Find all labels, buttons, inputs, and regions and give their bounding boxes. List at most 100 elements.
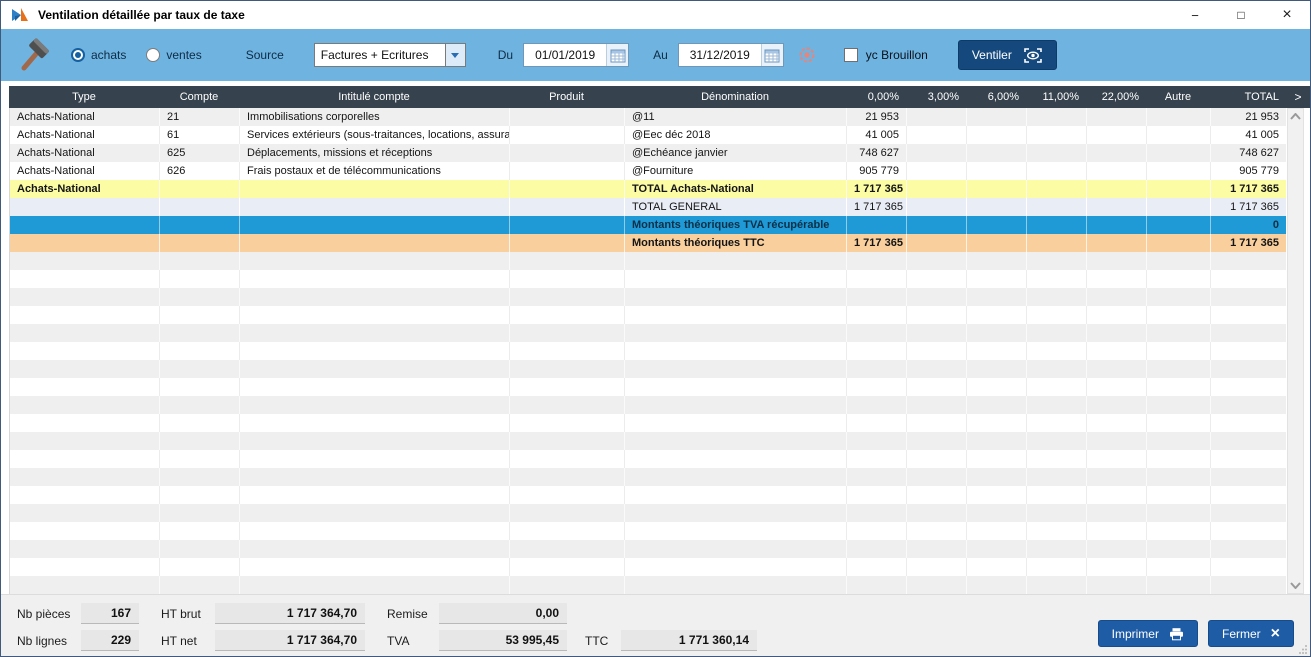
col-header-autre[interactable]: Autre bbox=[1146, 86, 1210, 108]
radio-ventes[interactable]: ventes bbox=[146, 48, 202, 62]
table-cell bbox=[1087, 234, 1147, 252]
date-du-field[interactable]: 01/01/2019 bbox=[523, 43, 630, 67]
target-icon[interactable] bbox=[796, 44, 818, 66]
table-row[interactable]: Achats-National TOTAL Achats-National 1 71… bbox=[10, 180, 1286, 198]
table-cell bbox=[625, 576, 847, 594]
table-cell bbox=[1211, 558, 1286, 576]
table-cell: Immobilisations corporelles bbox=[240, 108, 510, 126]
table-empty-row[interactable] bbox=[10, 378, 1286, 396]
col-header-total[interactable]: TOTAL bbox=[1210, 86, 1286, 108]
source-dropdown-value[interactable]: Factures + Ecritures bbox=[313, 43, 446, 67]
table-empty-row[interactable] bbox=[10, 450, 1286, 468]
table-cell bbox=[967, 162, 1027, 180]
brouillon-checkbox[interactable] bbox=[843, 48, 858, 62]
col-header-produit[interactable]: Produit bbox=[509, 86, 624, 108]
table-empty-row[interactable] bbox=[10, 558, 1286, 576]
resize-grip[interactable] bbox=[1298, 644, 1308, 654]
column-scroll-right-icon[interactable]: > bbox=[1286, 86, 1310, 108]
table-cell bbox=[1027, 468, 1087, 486]
table-cell bbox=[240, 288, 510, 306]
table-cell bbox=[1147, 468, 1211, 486]
maximize-button[interactable]: □ bbox=[1218, 1, 1264, 29]
radio-ventes-circle[interactable] bbox=[146, 48, 161, 62]
col-header-3pct[interactable]: 3,00% bbox=[906, 86, 966, 108]
source-dropdown[interactable]: Factures + Ecritures bbox=[313, 43, 466, 67]
table-cell bbox=[1147, 252, 1211, 270]
scroll-up-icon[interactable] bbox=[1290, 113, 1301, 120]
table-empty-row[interactable] bbox=[10, 288, 1286, 306]
imprimer-button[interactable]: Imprimer bbox=[1097, 620, 1198, 647]
table-cell bbox=[160, 504, 240, 522]
date-au-field[interactable]: 31/12/2019 bbox=[677, 43, 784, 67]
table-cell bbox=[1211, 270, 1286, 288]
source-dropdown-button[interactable] bbox=[445, 43, 466, 67]
table-row[interactable]: Achats-National 625 Déplacements, missions… bbox=[10, 144, 1286, 162]
table-cell bbox=[907, 414, 967, 432]
table-row[interactable]: Achats-National 21 Immobilisations corpore… bbox=[10, 108, 1286, 126]
scroll-down-icon[interactable] bbox=[1290, 582, 1301, 589]
radio-achats-label: achats bbox=[91, 48, 127, 62]
col-header-denomination[interactable]: Dénomination bbox=[624, 86, 846, 108]
table-cell bbox=[847, 432, 907, 450]
calendar-au-button[interactable] bbox=[760, 44, 783, 66]
table-empty-row[interactable] bbox=[10, 342, 1286, 360]
table-empty-row[interactable] bbox=[10, 576, 1286, 594]
table-cell bbox=[1147, 414, 1211, 432]
table-row[interactable]: Montants théoriques TVA récupérable 0 bbox=[10, 216, 1286, 234]
table-cell bbox=[907, 108, 967, 126]
table-row[interactable]: Achats-National 61 Services extérieurs (so… bbox=[10, 126, 1286, 144]
col-header-11pct[interactable]: 11,00% bbox=[1026, 86, 1086, 108]
calendar-du-button[interactable] bbox=[606, 44, 629, 66]
table-cell bbox=[240, 378, 510, 396]
table-row[interactable]: TOTAL GENERAL 1 717 365 1 717 365 bbox=[10, 198, 1286, 216]
tva-field: 53 995,45 bbox=[439, 630, 567, 651]
table-empty-row[interactable] bbox=[10, 522, 1286, 540]
table-cell bbox=[1027, 450, 1087, 468]
table-empty-row[interactable] bbox=[10, 432, 1286, 450]
table-empty-row[interactable] bbox=[10, 270, 1286, 288]
col-header-22pct[interactable]: 22,00% bbox=[1086, 86, 1146, 108]
table-empty-row[interactable] bbox=[10, 468, 1286, 486]
table-empty-row[interactable] bbox=[10, 486, 1286, 504]
table-empty-row[interactable] bbox=[10, 540, 1286, 558]
table-row[interactable]: Achats-National 626 Frais postaux et de té… bbox=[10, 162, 1286, 180]
col-header-intitule[interactable]: Intitulé compte bbox=[239, 86, 509, 108]
window-controls: − □ × bbox=[1172, 1, 1310, 29]
ventiler-button[interactable]: Ventiler bbox=[957, 40, 1057, 70]
minimize-button[interactable]: − bbox=[1172, 1, 1218, 29]
table-cell bbox=[240, 468, 510, 486]
radio-achats-circle[interactable] bbox=[71, 48, 85, 62]
table-cell bbox=[510, 558, 625, 576]
date-au-value[interactable]: 31/12/2019 bbox=[679, 44, 761, 66]
table-cell bbox=[240, 432, 510, 450]
table-empty-row[interactable] bbox=[10, 252, 1286, 270]
vertical-scrollbar[interactable] bbox=[1287, 108, 1304, 594]
table-body: Achats-National 21 Immobilisations corpore… bbox=[9, 108, 1286, 594]
fermer-button[interactable]: Fermer × bbox=[1207, 620, 1294, 647]
table-empty-row[interactable] bbox=[10, 324, 1286, 342]
table-empty-row[interactable] bbox=[10, 306, 1286, 324]
col-header-0pct[interactable]: 0,00% bbox=[846, 86, 906, 108]
table-cell bbox=[967, 252, 1027, 270]
table-cell bbox=[10, 504, 160, 522]
date-du-value[interactable]: 01/01/2019 bbox=[524, 44, 606, 66]
close-button[interactable]: × bbox=[1264, 1, 1310, 29]
table-row[interactable]: Montants théoriques TTC 1 717 365 1 717 36… bbox=[10, 234, 1286, 252]
table-cell bbox=[907, 360, 967, 378]
radio-achats[interactable]: achats bbox=[71, 48, 126, 62]
table-cell bbox=[625, 270, 847, 288]
table-cell bbox=[1027, 270, 1087, 288]
table-cell bbox=[967, 144, 1027, 162]
col-header-type[interactable]: Type bbox=[9, 86, 159, 108]
table-empty-row[interactable] bbox=[10, 504, 1286, 522]
table-cell bbox=[967, 576, 1027, 594]
table-empty-row[interactable] bbox=[10, 396, 1286, 414]
table-empty-row[interactable] bbox=[10, 360, 1286, 378]
au-label: Au bbox=[653, 48, 668, 62]
col-header-compte[interactable]: Compte bbox=[159, 86, 239, 108]
table-cell bbox=[1147, 540, 1211, 558]
table-cell bbox=[1027, 414, 1087, 432]
col-header-6pct[interactable]: 6,00% bbox=[966, 86, 1026, 108]
table-cell bbox=[240, 198, 510, 216]
table-empty-row[interactable] bbox=[10, 414, 1286, 432]
